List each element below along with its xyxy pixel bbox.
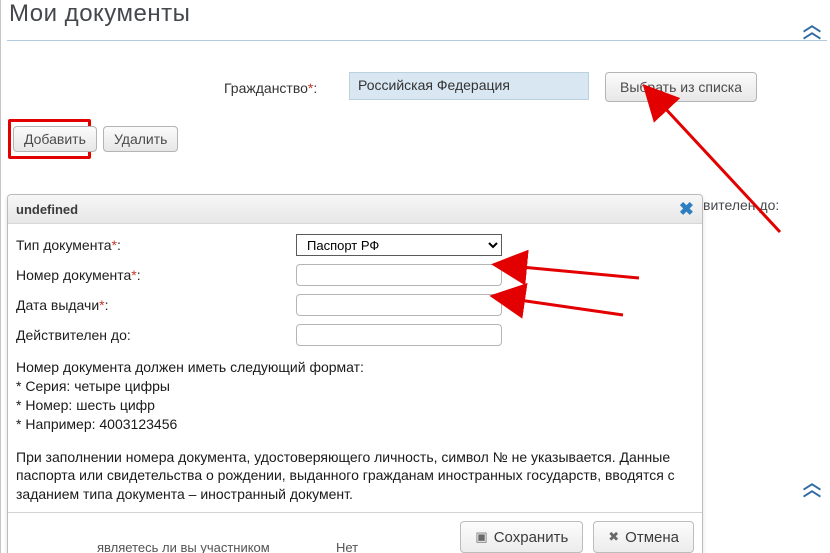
valid-until-input[interactable] (296, 324, 502, 346)
dialog-title: undefined (16, 202, 78, 217)
collapse-icon[interactable]: ︿︿ (803, 22, 819, 36)
bottom-fragment-value: Нет (336, 540, 358, 553)
citizenship-label: Гражданство*: (224, 80, 317, 96)
add-button[interactable]: Добавить (13, 126, 97, 152)
cancel-icon: ✖ (608, 529, 619, 545)
citizenship-value: Российская Федерация (349, 72, 589, 100)
save-icon: ▣ (475, 529, 487, 545)
doc-type-select[interactable]: Паспорт РФ (296, 234, 502, 256)
valid-until-label: Действителен до: (16, 327, 296, 343)
doc-number-input[interactable] (296, 264, 502, 286)
cancel-button[interactable]: ✖ Отмена (593, 521, 694, 553)
bottom-fragment-label: являетесь ли вы участником (97, 540, 270, 553)
page-title: Мои документы (9, 0, 190, 28)
close-icon[interactable]: ✖ (679, 200, 694, 218)
background-valid-until-label: вителен до: (703, 197, 779, 213)
choose-from-list-button[interactable]: Выбрать из списка (605, 72, 757, 102)
doc-number-label: Номер документа*: (16, 267, 296, 283)
format-hint: Номер документа должен иметь следующий ф… (16, 358, 694, 434)
delete-button[interactable]: Удалить (103, 126, 178, 152)
collapse-icon-bottom[interactable]: ︿︿ (803, 480, 819, 494)
doc-type-label: Тип документа*: (16, 237, 296, 253)
note-text: При заполнении номера документа, удостов… (16, 448, 694, 505)
dialog-header: undefined ✖ (8, 195, 702, 224)
issue-date-label: Дата выдачи*: (16, 297, 296, 313)
save-button[interactable]: ▣ Сохранить (460, 521, 583, 553)
document-dialog: undefined ✖ Тип документа*: Паспорт РФ Н… (7, 194, 703, 553)
divider (7, 40, 827, 41)
issue-date-input[interactable] (296, 294, 502, 316)
